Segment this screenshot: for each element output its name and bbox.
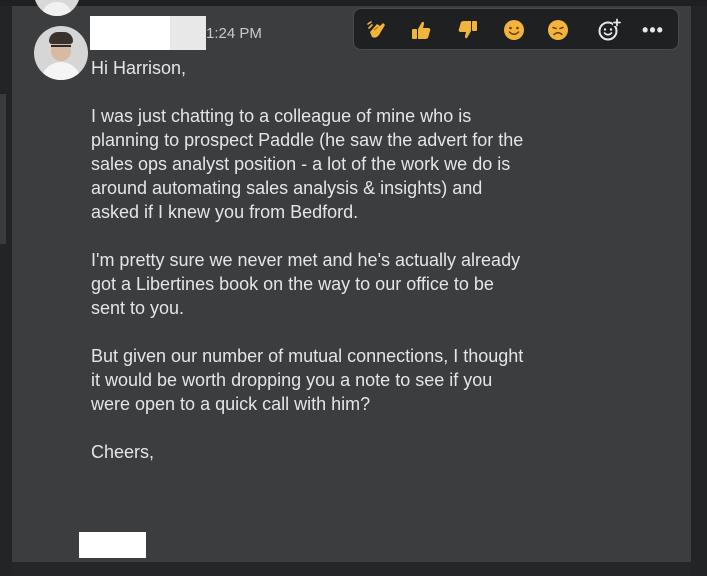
clap-reaction-button[interactable] xyxy=(362,15,392,45)
add-reaction-icon xyxy=(598,18,621,41)
message-greeting: Hi Harrison, xyxy=(91,58,187,78)
message-body: Hi Harrison, I was just chatting to a co… xyxy=(91,56,651,488)
message-paragraph: I'm pretty sure we never met and he's ac… xyxy=(91,250,521,318)
sender-avatar[interactable] xyxy=(34,26,88,80)
thumbs-up-reaction-button[interactable] xyxy=(406,15,436,45)
message-paragraph: I was just chatting to a colleague of mi… xyxy=(91,106,524,222)
smile-reaction-button[interactable] xyxy=(499,15,529,45)
previous-sender-avatar[interactable] xyxy=(34,0,80,16)
avatar-hair xyxy=(49,32,73,44)
sad-reaction-button[interactable] xyxy=(543,15,573,45)
thumbs-up-icon xyxy=(412,21,431,39)
left-rail-highlight xyxy=(0,94,6,244)
bottom-divider xyxy=(12,562,691,576)
signature-redacted xyxy=(79,532,146,558)
avatar-shoulders xyxy=(42,2,72,16)
sender-name-redacted[interactable] xyxy=(90,16,206,50)
avatar-body xyxy=(41,62,81,80)
more-options-icon: ••• xyxy=(642,20,664,40)
message-timestamp: 1:24 PM xyxy=(206,25,262,42)
left-rail xyxy=(0,6,12,576)
chat-window: 1:24 PM ••• Hi Harrison, I was just chat… xyxy=(0,0,707,576)
smiley-face-icon xyxy=(504,20,524,40)
more-options-button[interactable]: ••• xyxy=(638,15,668,45)
clapping-hands-icon xyxy=(367,21,385,38)
message-signoff: Cheers, xyxy=(91,442,155,462)
avatar-glasses xyxy=(51,45,71,52)
frowning-face-icon xyxy=(548,20,568,40)
message-paragraph: But given our number of mutual connectio… xyxy=(91,346,524,414)
add-reaction-button[interactable] xyxy=(594,15,624,45)
thumbs-down-icon xyxy=(458,21,477,39)
thumbs-down-reaction-button[interactable] xyxy=(453,15,483,45)
redaction-shade xyxy=(170,16,206,50)
reaction-toolbar: ••• xyxy=(353,8,679,50)
scrollbar[interactable] xyxy=(691,6,707,576)
